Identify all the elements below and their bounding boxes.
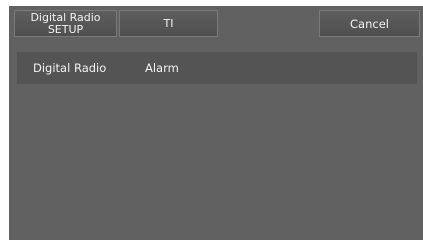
list-item-label: Digital Radio bbox=[33, 61, 107, 75]
list-item-value: Alarm bbox=[145, 61, 179, 75]
setup-button-line1: Digital Radio bbox=[30, 10, 101, 24]
cancel-button[interactable]: Cancel bbox=[319, 10, 420, 37]
ti-button[interactable]: TI bbox=[119, 10, 218, 37]
setup-button-line2: SETUP bbox=[47, 22, 84, 36]
digital-radio-screen: Digital Radio SETUP TI Cancel Digital Ra… bbox=[9, 6, 423, 240]
list-item-digital-radio-alarm[interactable]: Digital Radio Alarm bbox=[17, 52, 417, 84]
digital-radio-setup-button[interactable]: Digital Radio SETUP bbox=[14, 10, 117, 37]
